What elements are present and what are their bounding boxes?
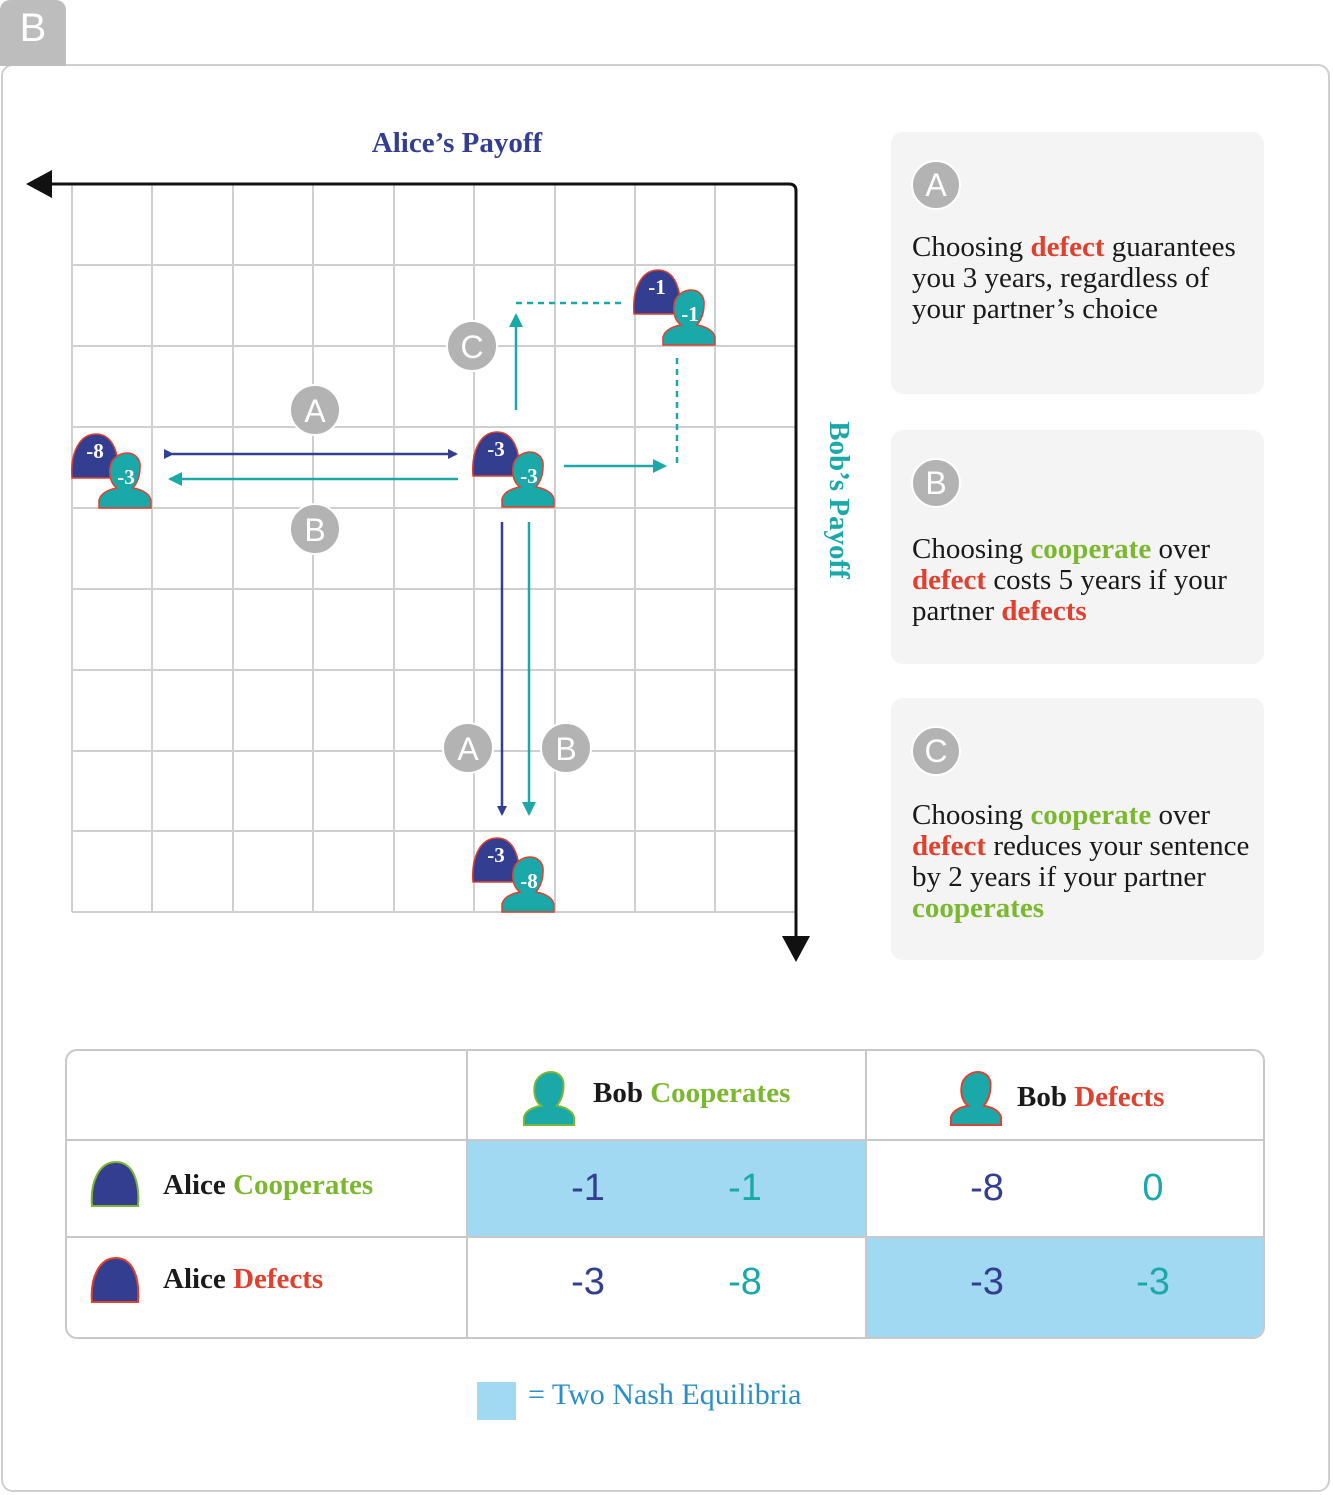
card-badge: C [911, 726, 961, 776]
card-text-segment: defect [1030, 231, 1105, 263]
col-header-bob-defects: Bob Defects [1017, 1081, 1165, 1113]
axes [26, 170, 810, 962]
card-text-segment: over [1151, 533, 1210, 565]
alice-axis-arrowhead [26, 170, 52, 198]
alice-payoff: -3 [487, 437, 505, 461]
nash-legend-swatch [477, 1382, 516, 1420]
svg-text:A: A [457, 731, 479, 767]
svg-text:B: B [304, 512, 325, 548]
card-badge: A [911, 160, 961, 210]
outcome-left: -8 -3 [70, 433, 152, 509]
card-text-segment: cooperates [912, 892, 1045, 924]
explanation-card-c: C Choosing cooperate over defect reduces… [891, 698, 1264, 960]
arrow-badge-b-vertical: B [540, 722, 592, 774]
alice-defects-icon [90, 1256, 140, 1303]
col-header-bob-cooperates: Bob Cooperates [593, 1077, 791, 1109]
outcome-bottom: -3 -8 [471, 837, 555, 913]
outcome-center: -3 -3 [471, 431, 555, 508]
nash-cell-highlight [866, 1238, 1263, 1337]
payoff-alice-dc: -3 [571, 1261, 605, 1303]
bob-payoff: -8 [520, 869, 538, 893]
bob-axis-arrowhead [782, 936, 810, 962]
arrow-badge-c: C [446, 320, 498, 372]
arrow-badge-b-horizontal: B [289, 503, 341, 555]
card-text-segment: over [1151, 799, 1210, 831]
explanation-card-b: B Choosing cooperate over defect costs 5… [891, 430, 1264, 664]
outcome-top-right: -1 -1 [632, 269, 716, 346]
card-text-segment: cooperate [1030, 799, 1152, 831]
card-text-segment: cooperate [1030, 533, 1152, 565]
arrow-badge-a-vertical: A [442, 722, 494, 774]
explanation-card-a: A Choosing defect guarantees you 3 years… [891, 132, 1264, 394]
payoff-alice-dd: -3 [970, 1261, 1004, 1303]
row-header-alice-defects: Alice Defects [163, 1263, 324, 1295]
transition-arrows [164, 301, 679, 816]
arrow-badges: A B C A B [289, 320, 592, 774]
alice-axis-label: Alice’s Payoff [372, 127, 543, 159]
payoff-alice-cc: -1 [571, 1167, 605, 1209]
payoff-bob-cd: 0 [1142, 1167, 1164, 1209]
svg-text:B: B [555, 731, 576, 767]
bob-defects-icon [949, 1071, 1003, 1127]
bob-cooperates-icon [522, 1071, 576, 1127]
alice-cooperates-icon [90, 1160, 140, 1207]
payoff-bob-cc: -1 [728, 1167, 762, 1209]
card-text: Choosing cooperate over defect costs 5 y… [912, 534, 1250, 627]
card-text-segment: defect [912, 830, 987, 862]
arrow-badge-a-horizontal: A [289, 384, 341, 436]
payoff-alice-cd: -8 [970, 1167, 1004, 1209]
alice-payoff: -8 [86, 439, 104, 463]
card-text-segment: defect [912, 564, 987, 596]
card-text-segment: Choosing [912, 533, 1031, 565]
payoff-bob-dc: -8 [728, 1261, 762, 1303]
row-header-alice-cooperates: Alice Cooperates [163, 1169, 374, 1201]
card-text-segment: defects [1001, 595, 1087, 627]
card-text-segment: Choosing [912, 231, 1031, 263]
bob-axis-label: Bob’s Payoff [823, 421, 855, 579]
nash-cell-highlight [468, 1141, 866, 1238]
card-text-segment: Choosing [912, 799, 1031, 831]
svg-text:C: C [460, 329, 483, 365]
card-text: Choosing cooperate over defect reduces y… [912, 800, 1250, 924]
nash-legend-text: = Two Nash Equilibria [528, 1378, 802, 1411]
card-text: Choosing defect guarantees you 3 years, … [912, 232, 1250, 325]
card-badge: B [911, 458, 961, 508]
bob-payoff: -1 [681, 302, 699, 326]
alice-payoff: -3 [487, 843, 505, 867]
bob-payoff: -3 [117, 465, 135, 489]
bob-payoff: -3 [520, 464, 538, 488]
payoff-table: Bob Cooperates Bob Defects Alice Coopera… [65, 1049, 1265, 1339]
payoff-bob-dd: -3 [1136, 1261, 1170, 1303]
alice-payoff: -1 [648, 275, 666, 299]
svg-text:A: A [304, 393, 326, 429]
